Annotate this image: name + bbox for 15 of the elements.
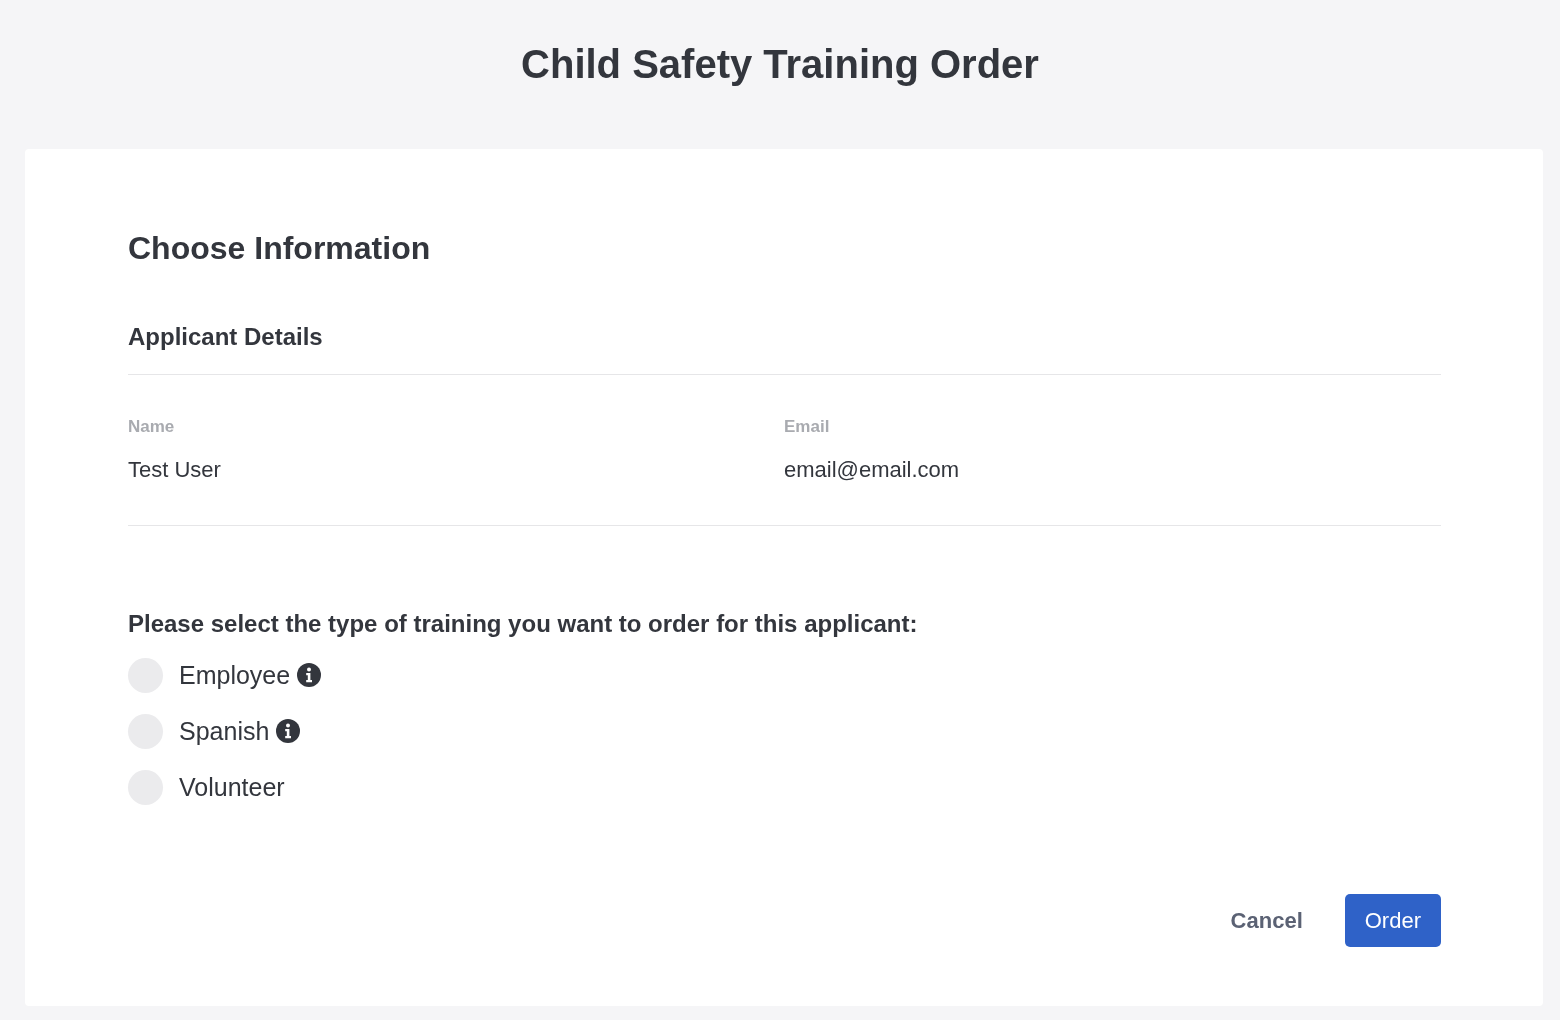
info-icon[interactable]	[276, 719, 301, 743]
order-button[interactable]: Order	[1344, 894, 1441, 947]
section-title: Applicant Details	[128, 322, 323, 352]
option-label[interactable]: Employee	[179, 660, 291, 690]
field-label: Email	[784, 416, 830, 438]
cancel-button[interactable]: Cancel	[1210, 894, 1323, 947]
page-title: Child Safety Training Order	[521, 41, 1039, 88]
field-value: email@email.com	[784, 456, 960, 484]
field-value: Test User	[128, 456, 221, 484]
question-text: Please select the type of training you want to order for this applicant:	[128, 609, 918, 639]
option-label[interactable]: Spanish	[179, 716, 270, 746]
form-heading: Choose Information	[128, 229, 431, 268]
option-label[interactable]: Volunteer	[179, 772, 285, 802]
field-label: Name	[128, 416, 175, 438]
info-icon[interactable]	[297, 663, 322, 687]
